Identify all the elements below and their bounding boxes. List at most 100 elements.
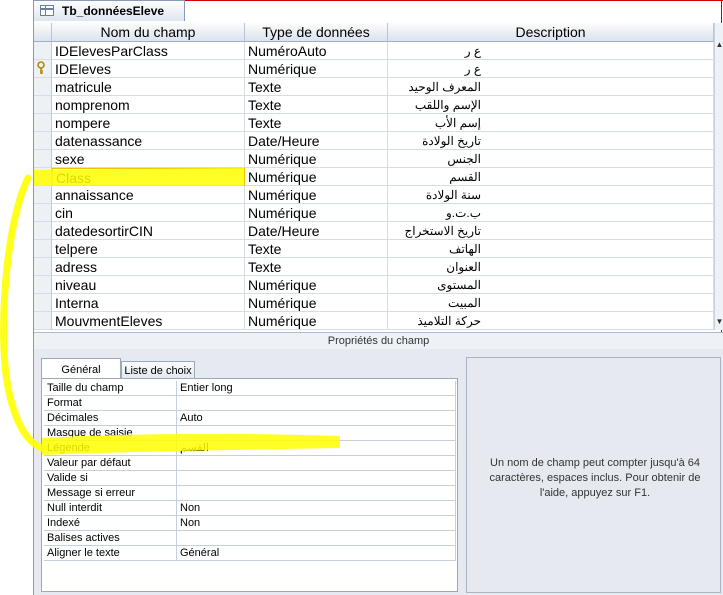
row-selector[interactable] bbox=[34, 78, 52, 96]
row-selector[interactable] bbox=[34, 312, 52, 330]
field-name-cell[interactable]: IDElevesParClass bbox=[52, 42, 245, 60]
property-row[interactable]: Balises actives bbox=[44, 531, 456, 546]
field-name-cell[interactable]: IDEleves bbox=[52, 60, 245, 78]
row-selector[interactable] bbox=[34, 204, 52, 222]
document-tab[interactable]: Tb_donnéesEleve bbox=[33, 0, 185, 21]
description-cell[interactable]: تاريخ الاستخراج bbox=[388, 222, 714, 240]
property-value[interactable]: Entier long bbox=[177, 381, 456, 396]
table-row[interactable]: Class Numérique القسم bbox=[34, 168, 714, 186]
data-type-cell[interactable]: Texte bbox=[245, 96, 388, 114]
data-type-cell[interactable]: Numérique bbox=[245, 294, 388, 312]
scroll-up-icon[interactable]: ▲ bbox=[715, 39, 723, 51]
row-selector[interactable] bbox=[34, 132, 52, 150]
row-selector[interactable] bbox=[34, 150, 52, 168]
grid-vertical-scrollbar[interactable]: ▲ ▼ bbox=[714, 23, 723, 330]
field-name-cell[interactable]: Interna bbox=[52, 294, 245, 312]
property-value[interactable] bbox=[177, 456, 456, 471]
property-value[interactable] bbox=[177, 486, 456, 501]
row-selector[interactable] bbox=[34, 96, 52, 114]
description-cell[interactable]: المعرف الوحيد bbox=[388, 78, 714, 96]
description-cell[interactable]: تاريخ الولادة bbox=[388, 132, 714, 150]
data-type-cell[interactable]: Date/Heure bbox=[245, 222, 388, 240]
data-type-cell[interactable]: Texte bbox=[245, 258, 388, 276]
table-row[interactable]: sexe Numérique الجنس bbox=[34, 150, 714, 168]
property-row[interactable]: Indexé Non bbox=[44, 516, 456, 531]
row-selector[interactable] bbox=[34, 258, 52, 276]
property-value[interactable] bbox=[177, 531, 456, 546]
field-name-cell[interactable]: datedesortirCIN bbox=[52, 222, 245, 240]
field-name-cell[interactable]: MouvmentEleves bbox=[52, 312, 245, 330]
field-name-cell[interactable]: cin bbox=[52, 204, 245, 222]
data-type-cell[interactable]: Numérique bbox=[245, 312, 388, 330]
table-row[interactable]: niveau Numérique المستوى bbox=[34, 276, 714, 294]
row-selector[interactable] bbox=[34, 168, 52, 186]
column-header-data-type[interactable]: Type de données bbox=[245, 23, 388, 42]
field-name-cell[interactable]: annaissance bbox=[52, 186, 245, 204]
property-row[interactable]: Décimales Auto bbox=[44, 411, 456, 426]
field-name-cell[interactable]: matricule bbox=[52, 78, 245, 96]
description-cell[interactable]: حركة التلاميذ bbox=[388, 312, 714, 330]
property-value[interactable]: Général bbox=[177, 546, 456, 561]
property-row[interactable]: Valeur par défaut bbox=[44, 456, 456, 471]
description-cell[interactable]: القسم bbox=[388, 168, 714, 186]
table-row[interactable]: nomprenom Texte الإسم واللقب bbox=[34, 96, 714, 114]
property-value[interactable] bbox=[177, 471, 456, 486]
table-row[interactable]: matricule Texte المعرف الوحيد bbox=[34, 78, 714, 96]
field-grid[interactable]: Nom du champ Type de données Description… bbox=[34, 23, 714, 330]
field-name-cell[interactable]: telpere bbox=[52, 240, 245, 258]
property-value[interactable] bbox=[177, 426, 456, 441]
description-cell[interactable]: سنة الولادة bbox=[388, 186, 714, 204]
table-row[interactable]: datenassance Date/Heure تاريخ الولادة bbox=[34, 132, 714, 150]
table-row[interactable]: nompere Texte إسم الأب bbox=[34, 114, 714, 132]
column-header-field-name[interactable]: Nom du champ bbox=[52, 23, 245, 42]
data-type-cell[interactable]: NuméroAuto bbox=[245, 42, 388, 60]
description-cell[interactable]: الهاتف bbox=[388, 240, 714, 258]
table-row[interactable]: adress Texte العنوان bbox=[34, 258, 714, 276]
description-cell[interactable]: الجنس bbox=[388, 150, 714, 168]
property-value[interactable]: Non bbox=[177, 516, 456, 531]
table-row[interactable]: MouvmentEleves Numérique حركة التلاميذ bbox=[34, 312, 714, 330]
field-name-cell[interactable]: nompere bbox=[52, 114, 245, 132]
table-row[interactable]: telpere Texte الهاتف bbox=[34, 240, 714, 258]
property-row[interactable]: Masque de saisie bbox=[44, 426, 456, 441]
description-cell[interactable]: إسم الأب bbox=[388, 114, 714, 132]
description-cell[interactable]: ب.ت.و bbox=[388, 204, 714, 222]
primary-key-icon[interactable] bbox=[34, 60, 52, 78]
data-type-cell[interactable]: Numérique bbox=[245, 204, 388, 222]
description-cell[interactable]: ع ر bbox=[388, 42, 714, 60]
description-cell[interactable]: المبيت bbox=[388, 294, 714, 312]
row-selector[interactable] bbox=[34, 114, 52, 132]
description-cell[interactable]: الإسم واللقب bbox=[388, 96, 714, 114]
description-cell[interactable]: ع ر bbox=[388, 60, 714, 78]
table-row[interactable]: IDEleves Numérique ع ر bbox=[34, 60, 714, 78]
property-row[interactable]: Aligner le texte Général bbox=[44, 546, 456, 561]
field-name-cell[interactable]: Class bbox=[52, 168, 245, 186]
field-name-cell[interactable]: niveau bbox=[52, 276, 245, 294]
property-row[interactable]: Null interdit Non bbox=[44, 501, 456, 516]
property-value[interactable]: Auto bbox=[177, 411, 456, 426]
data-type-cell[interactable]: Texte bbox=[245, 78, 388, 96]
property-row[interactable]: Valide si bbox=[44, 471, 456, 486]
data-type-cell[interactable]: Texte bbox=[245, 114, 388, 132]
property-value[interactable]: Non bbox=[177, 501, 456, 516]
data-type-cell[interactable]: Numérique bbox=[245, 168, 388, 186]
property-row[interactable]: Taille du champ Entier long bbox=[44, 381, 456, 396]
description-cell[interactable]: العنوان bbox=[388, 258, 714, 276]
property-sheet[interactable]: Taille du champ Entier long Format Décimale… bbox=[41, 378, 458, 592]
row-selector[interactable] bbox=[34, 186, 52, 204]
description-cell[interactable]: المستوى bbox=[388, 276, 714, 294]
data-type-cell[interactable]: Date/Heure bbox=[245, 132, 388, 150]
field-name-cell[interactable]: sexe bbox=[52, 150, 245, 168]
property-row[interactable]: Légende القسم bbox=[44, 441, 456, 456]
scroll-down-icon[interactable]: ▼ bbox=[715, 316, 723, 328]
table-row[interactable]: Interna Numérique المبيت bbox=[34, 294, 714, 312]
table-row[interactable]: annaissance Numérique سنة الولادة bbox=[34, 186, 714, 204]
table-row[interactable]: datedesortirCIN Date/Heure تاريخ الاستخراج bbox=[34, 222, 714, 240]
property-value[interactable] bbox=[177, 396, 456, 411]
data-type-cell[interactable]: Texte bbox=[245, 240, 388, 258]
row-selector[interactable] bbox=[34, 222, 52, 240]
row-selector[interactable] bbox=[34, 276, 52, 294]
data-type-cell[interactable]: Numérique bbox=[245, 150, 388, 168]
data-type-cell[interactable]: Numérique bbox=[245, 60, 388, 78]
row-selector[interactable] bbox=[34, 240, 52, 258]
